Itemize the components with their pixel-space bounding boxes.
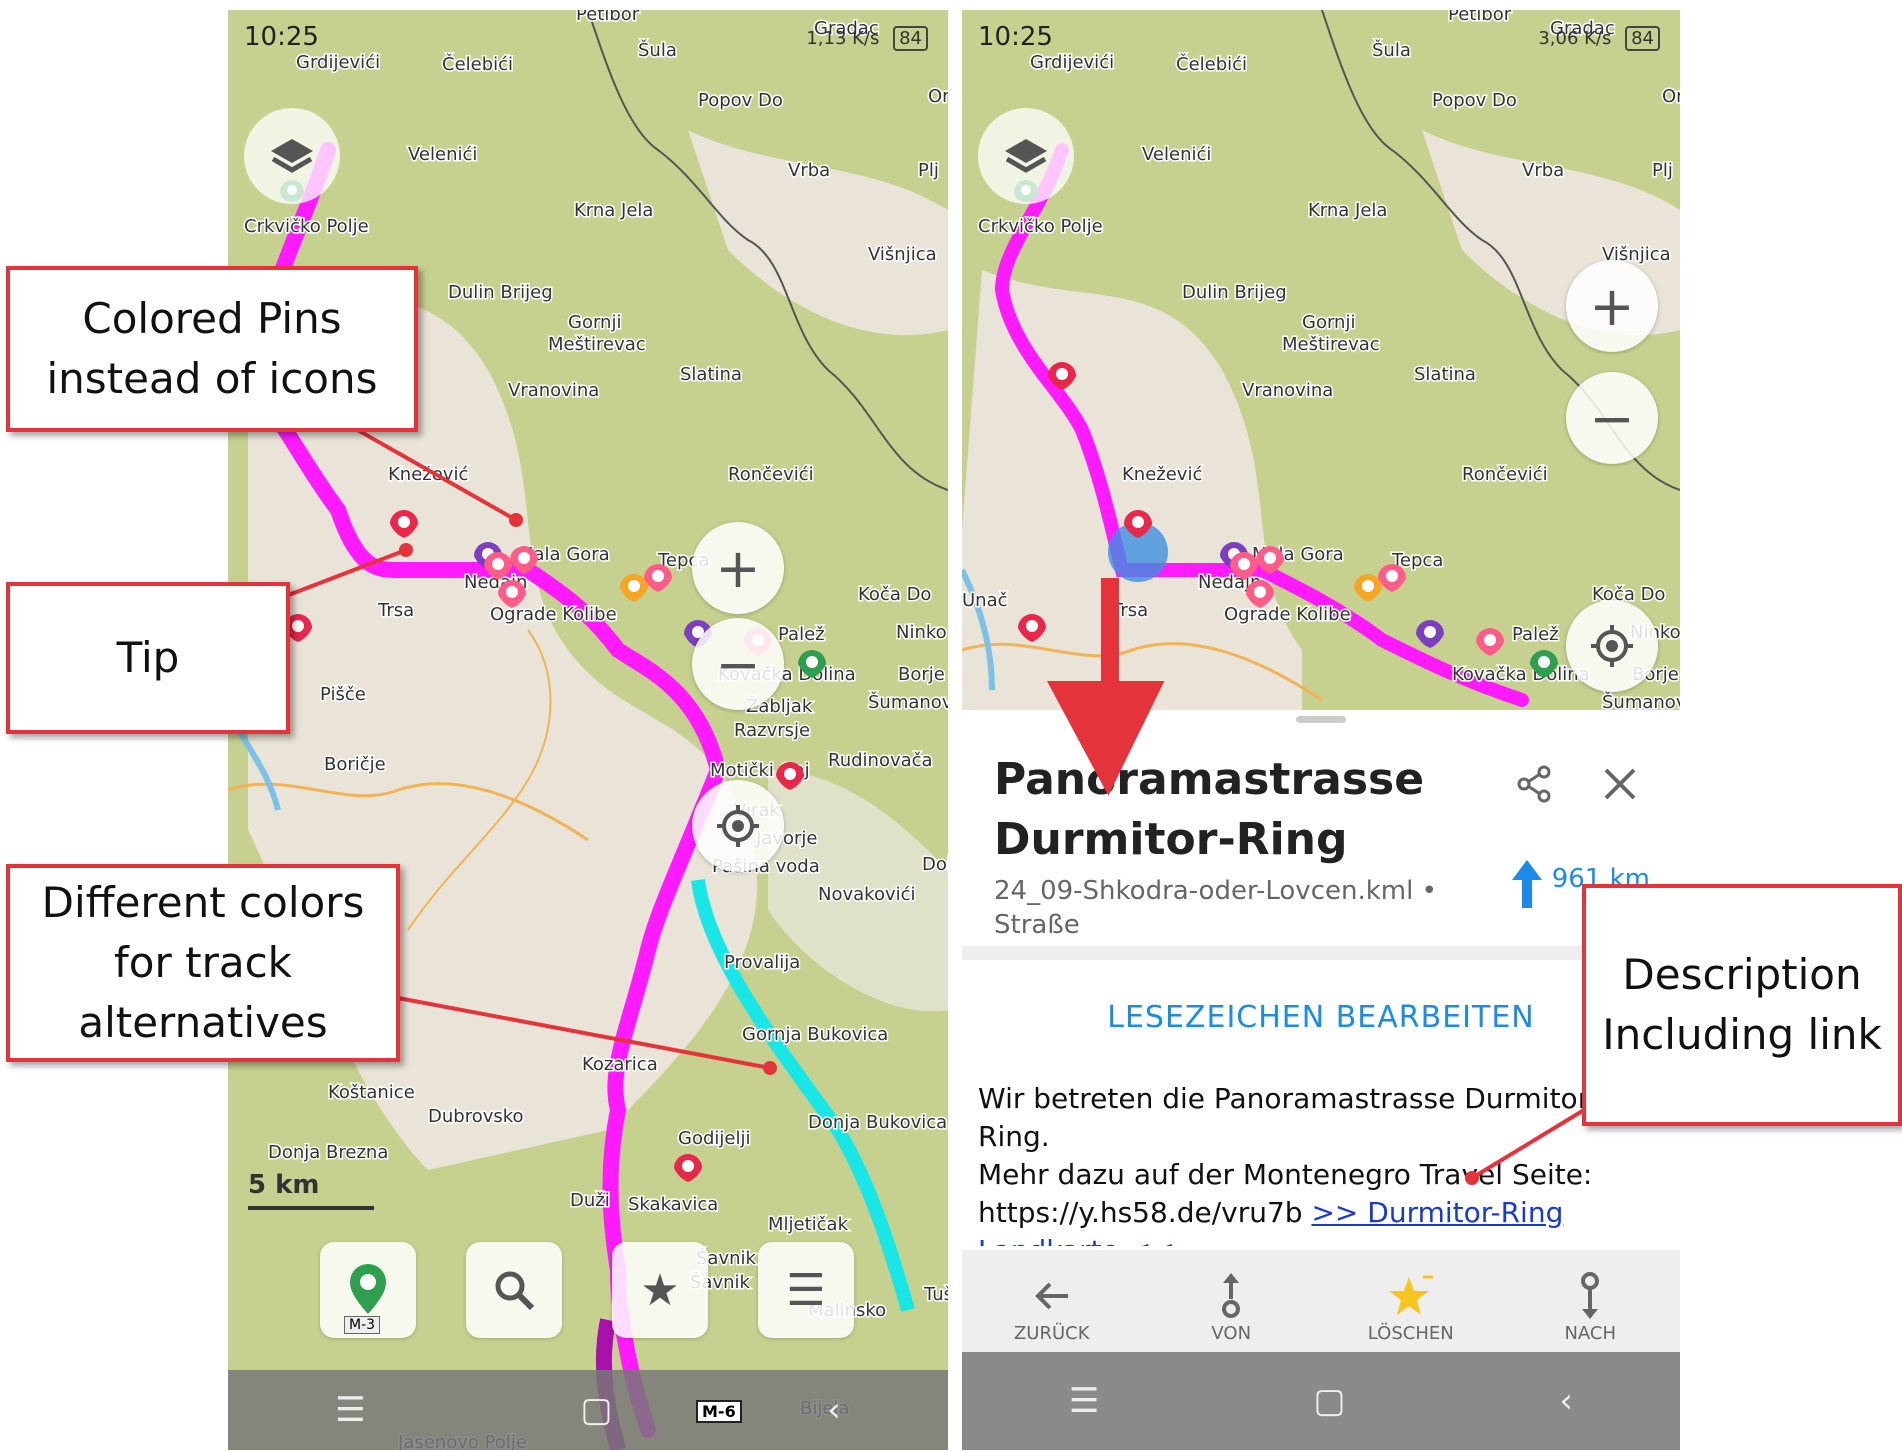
callout-colored-pins: Colored Pins instead of icons <box>6 266 418 432</box>
road-badge: M-6 <box>696 1400 742 1423</box>
callout-track-colors: Different colors for track alternatives <box>6 864 400 1062</box>
callout-tip: Tip <box>6 582 290 734</box>
callout-description: Description Including link <box>1582 884 1902 1126</box>
